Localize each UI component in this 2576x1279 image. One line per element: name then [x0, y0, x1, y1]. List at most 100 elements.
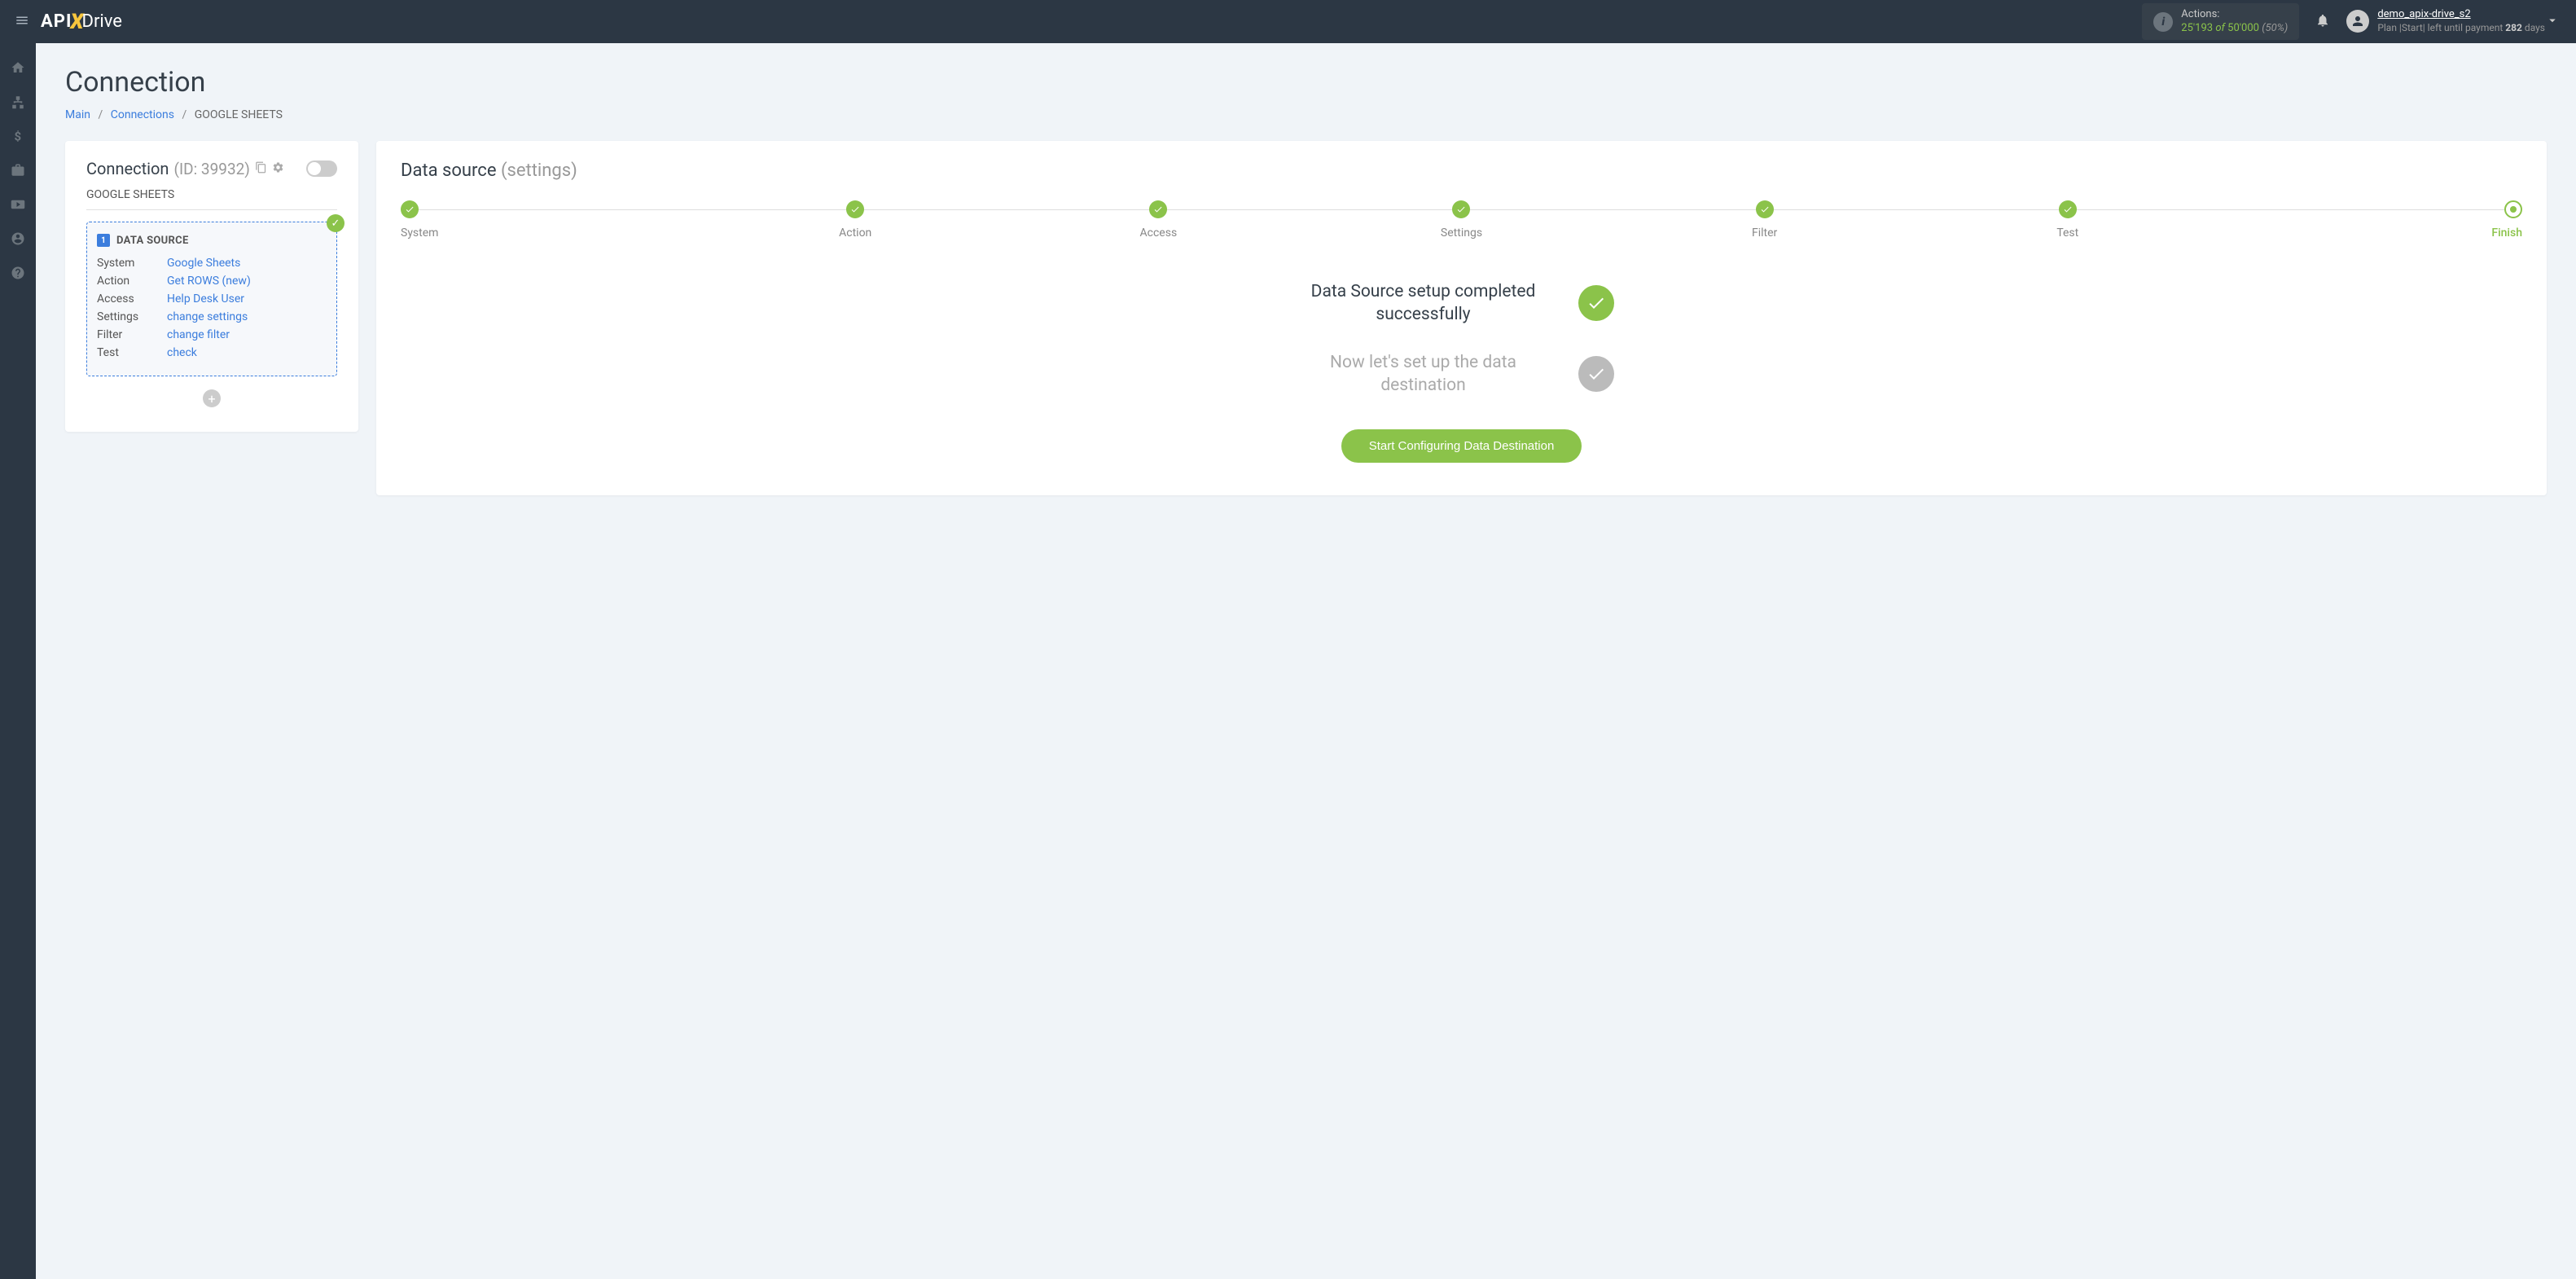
- sidebar-briefcase[interactable]: [10, 162, 26, 178]
- ds-row-label: Access: [97, 292, 167, 305]
- dollar-icon: $: [11, 129, 25, 143]
- user-circle-icon: [11, 231, 25, 246]
- ds-row: AccessHelp Desk User: [97, 292, 327, 305]
- hamburger-icon: [15, 13, 29, 28]
- success-check-icon: [1578, 285, 1614, 321]
- actions-usage-box[interactable]: i Actions: 25'193 of 50'000 (50%): [2142, 3, 2299, 41]
- add-destination-button[interactable]: +: [203, 389, 221, 407]
- step-finish[interactable]: Finish: [2219, 200, 2522, 240]
- sidebar: $: [0, 43, 36, 1279]
- sidebar-video[interactable]: [10, 196, 26, 213]
- success-message: Data Source setup completed successfully: [1310, 280, 1538, 327]
- connection-subtitle: GOOGLE SHEETS: [86, 188, 337, 210]
- youtube-icon: [11, 197, 25, 212]
- step-settings[interactable]: Settings: [1310, 200, 1613, 240]
- ds-row-label: Filter: [97, 328, 167, 341]
- connection-toggle[interactable]: [306, 160, 337, 177]
- ds-row: SystemGoogle Sheets: [97, 257, 327, 270]
- next-check-icon: [1578, 356, 1614, 392]
- user-area[interactable]: demo_apix-drive_s2 Plan |Start| left unt…: [2346, 8, 2545, 34]
- notifications-button[interactable]: [2315, 13, 2330, 31]
- actions-total: 50'000: [2227, 22, 2259, 34]
- breadcrumb-connections[interactable]: Connections: [111, 108, 174, 121]
- user-menu-chevron[interactable]: [2545, 13, 2560, 31]
- chevron-down-icon: [2545, 13, 2560, 28]
- settings-icon[interactable]: [272, 161, 284, 177]
- logo[interactable]: APIXDrive: [41, 10, 122, 34]
- ds-row-value[interactable]: change settings: [167, 310, 248, 323]
- sitemap-icon: [11, 94, 25, 109]
- ds-row-label: Test: [97, 346, 167, 359]
- sidebar-home[interactable]: [10, 59, 26, 76]
- panel-title: Data source (settings): [401, 160, 2522, 181]
- copy-icon[interactable]: [255, 161, 267, 177]
- top-header: APIXDrive i Actions: 25'193 of 50'000 (5…: [0, 0, 2576, 43]
- step-circle: [2504, 200, 2522, 218]
- breadcrumb: Main / Connections / GOOGLE SHEETS: [65, 108, 2547, 121]
- briefcase-icon: [11, 163, 25, 178]
- ds-row: Settingschange settings: [97, 310, 327, 323]
- step-access[interactable]: Access: [1007, 200, 1310, 240]
- start-configuring-button[interactable]: Start Configuring Data Destination: [1341, 429, 1582, 463]
- ds-row-value[interactable]: change filter: [167, 328, 230, 341]
- ds-row-label: System: [97, 257, 167, 270]
- breadcrumb-current: GOOGLE SHEETS: [195, 108, 283, 121]
- user-icon: [2350, 14, 2365, 29]
- step-label: Settings: [1310, 226, 1613, 240]
- step-label: Access: [1007, 226, 1310, 240]
- stepper: SystemActionAccessSettingsFilterTestFini…: [401, 200, 2522, 240]
- step-label: Filter: [1613, 226, 1916, 240]
- step-circle: [846, 200, 864, 218]
- svg-text:$: $: [15, 129, 22, 143]
- help-icon: [11, 266, 25, 280]
- step-circle: [401, 200, 419, 218]
- step-filter[interactable]: Filter: [1613, 200, 1916, 240]
- ds-row: Testcheck: [97, 346, 327, 359]
- menu-button[interactable]: [10, 8, 34, 35]
- ds-row: ActionGet ROWS (new): [97, 275, 327, 288]
- data-source-box[interactable]: ✓ 1 DATA SOURCE SystemGoogle SheetsActio…: [86, 222, 337, 376]
- connection-id: (ID: 39932): [173, 160, 249, 178]
- step-test[interactable]: Test: [1916, 200, 2219, 240]
- ds-row-label: Action: [97, 275, 167, 288]
- data-source-check-icon: ✓: [327, 214, 344, 232]
- step-circle: [1756, 200, 1774, 218]
- actions-used: 25'193: [2181, 22, 2213, 34]
- sidebar-help[interactable]: [10, 265, 26, 281]
- ds-row-value[interactable]: Get ROWS (new): [167, 275, 251, 288]
- step-system[interactable]: System: [401, 200, 704, 240]
- status-success: Data Source setup completed successfully: [401, 280, 2522, 327]
- ds-row-label: Settings: [97, 310, 167, 323]
- page-title: Connection: [65, 66, 2547, 99]
- step-label: Finish: [2219, 226, 2522, 240]
- step-action[interactable]: Action: [704, 200, 1007, 240]
- data-source-title: DATA SOURCE: [116, 235, 189, 247]
- actions-of: of: [2215, 22, 2225, 34]
- sidebar-connections[interactable]: [10, 94, 26, 110]
- sidebar-account[interactable]: [10, 231, 26, 247]
- step-circle: [2059, 200, 2077, 218]
- step-label: Action: [704, 226, 1007, 240]
- breadcrumb-main[interactable]: Main: [65, 108, 90, 121]
- logo-text-api: API: [41, 11, 72, 32]
- data-source-number: 1: [97, 234, 110, 247]
- step-label: Test: [1916, 226, 2219, 240]
- connection-panel: Connection (ID: 39932) GOOGLE SHEETS ✓ 1…: [65, 141, 358, 432]
- step-label: System: [401, 226, 704, 240]
- avatar: [2346, 10, 2369, 33]
- home-icon: [11, 60, 25, 75]
- next-message: Now let's set up the data destination: [1310, 351, 1538, 398]
- connection-title: Connection: [86, 159, 169, 178]
- ds-row-value[interactable]: Help Desk User: [167, 292, 244, 305]
- ds-row-value[interactable]: Google Sheets: [167, 257, 240, 270]
- actions-label: Actions:: [2181, 8, 2288, 22]
- step-circle: [1452, 200, 1470, 218]
- content-area: Connection Main / Connections / GOOGLE S…: [36, 43, 2576, 518]
- bell-icon: [2315, 13, 2330, 28]
- logo-text-drive: Drive: [82, 11, 122, 32]
- sidebar-billing[interactable]: $: [10, 128, 26, 144]
- step-circle: [1149, 200, 1167, 218]
- ds-row-value[interactable]: check: [167, 346, 197, 359]
- actions-pct: (50%): [2262, 22, 2288, 34]
- data-source-panel: Data source (settings) SystemActionAcces…: [376, 141, 2547, 495]
